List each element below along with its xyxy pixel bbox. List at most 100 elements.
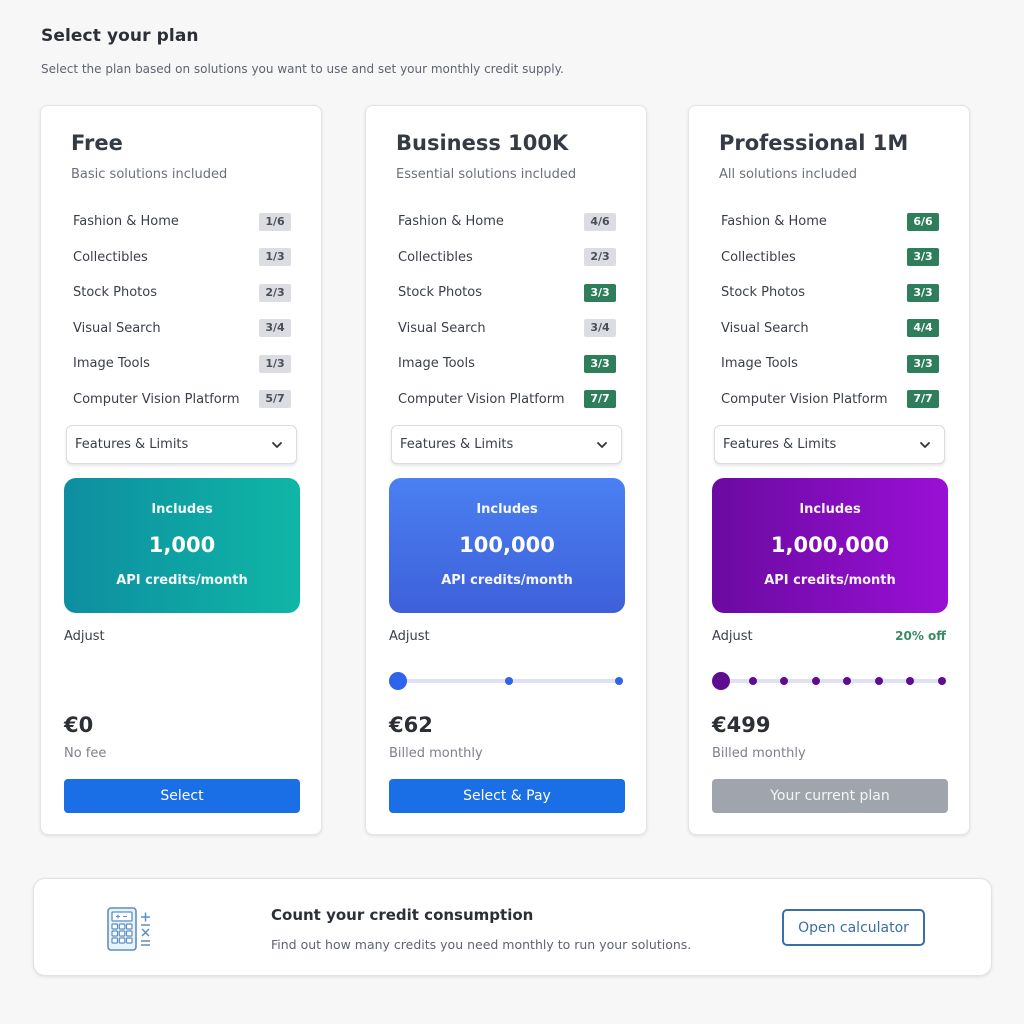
plan-description: Essential solutions included [396,167,577,182]
slider-step-dot[interactable] [748,677,757,685]
solutions-list: Fashion & Home 4/6 Collectibles 2/3 Stock Ph… [398,204,616,417]
solution-row: Stock Photos 3/3 [721,275,939,311]
credits-unit: API credits/month [116,573,248,588]
solution-label: Stock Photos [721,285,805,301]
solution-label: Image Tools [721,356,798,372]
credits-includes-label: Includes [476,502,538,517]
adjust-label: Adjust [389,629,430,644]
plan-card-business: Business 100K Essential solutions includ… [365,105,647,835]
select-and-pay-button[interactable]: Select & Pay [389,779,625,813]
plan-card-free: Free Basic solutions included Fashion & … [40,105,322,835]
price-note: Billed monthly [712,746,806,761]
solution-row: Collectibles 2/3 [398,240,616,276]
page-title: Select your plan [41,26,199,46]
solution-row: Computer Vision Platform 7/7 [721,382,939,418]
slider-step-dot[interactable] [874,677,883,685]
solution-count-badge: 3/3 [584,283,616,302]
plan-card-professional: Professional 1M All solutions included F… [688,105,970,835]
credits-includes-label: Includes [799,502,861,517]
plan-price: €0 [64,713,94,737]
features-limits-dropdown[interactable]: Features & Limits [391,425,622,464]
credits-panel: Includes 1,000,000 API credits/month [712,478,948,613]
credits-amount: 1,000 [148,533,216,557]
solution-label: Visual Search [73,320,161,336]
features-limits-dropdown[interactable]: Features & Limits [714,425,945,464]
features-limits-label: Features & Limits [75,437,189,452]
solution-count-badge: 3/3 [584,354,616,373]
solution-row: Image Tools 3/3 [721,346,939,382]
credit-slider[interactable] [712,671,948,691]
chevron-down-icon [597,441,607,448]
solution-label: Fashion & Home [721,214,827,230]
credits-unit: API credits/month [764,573,896,588]
slider-thumb[interactable] [389,672,407,690]
solution-row: Image Tools 1/3 [73,346,291,382]
solution-row: Visual Search 3/4 [73,311,291,347]
adjust-label: Adjust [712,629,753,644]
solutions-list: Fashion & Home 6/6 Collectibles 3/3 Stock Ph… [721,204,939,417]
solution-count-badge: 2/3 [259,283,291,302]
slider-step-dot[interactable] [938,677,946,685]
solution-count-badge: 7/7 [907,390,939,409]
solution-label: Stock Photos [73,285,157,301]
solution-count-badge: 2/3 [584,248,616,267]
solution-row: Visual Search 4/4 [721,311,939,347]
calculator-title: Count your credit consumption [271,906,534,924]
solution-count-badge: 1/3 [259,354,291,373]
solution-count-badge: 1/3 [259,248,291,267]
solution-count-badge: 7/7 [584,390,616,409]
solution-row: Stock Photos 2/3 [73,275,291,311]
solution-label: Fashion & Home [73,214,179,230]
solution-label: Image Tools [398,356,475,372]
solution-label: Computer Vision Platform [721,391,888,407]
plan-description: Basic solutions included [71,167,228,182]
adjust-label: Adjust [64,629,105,644]
slider-step-dot[interactable] [906,677,915,685]
chevron-down-icon [272,441,282,448]
credits-unit: API credits/month [441,573,573,588]
slider-step-dot[interactable] [504,677,513,685]
slider-step-dot[interactable] [811,677,820,685]
solution-row: Fashion & Home 6/6 [721,204,939,240]
plan-price: €62 [389,713,433,737]
solution-count-badge: 3/4 [259,319,291,338]
solution-label: Computer Vision Platform [73,391,240,407]
solution-row: Computer Vision Platform 7/7 [398,382,616,418]
solution-count-badge: 3/3 [907,283,939,302]
solution-count-badge: 3/3 [907,354,939,373]
features-limits-dropdown[interactable]: Features & Limits [66,425,297,464]
solution-row: Visual Search 3/4 [398,311,616,347]
solution-count-badge: 6/6 [907,212,939,231]
solution-label: Fashion & Home [398,214,504,230]
solution-count-badge: 3/4 [584,319,616,338]
slider-step-dot[interactable] [615,677,623,685]
solution-label: Image Tools [73,356,150,372]
solution-count-badge: 1/6 [259,212,291,231]
solution-row: Fashion & Home 1/6 [73,204,291,240]
credits-includes-label: Includes [151,502,213,517]
plan-price: €499 [712,713,771,737]
solution-label: Collectibles [398,249,473,265]
slider-step-dot[interactable] [843,677,852,685]
solution-label: Collectibles [721,249,796,265]
credit-slider[interactable] [389,671,625,691]
calculator-banner: Count your credit consumption Find out h… [33,878,992,976]
solutions-list: Fashion & Home 1/6 Collectibles 1/3 Stock Ph… [73,204,291,417]
solution-count-badge: 5/7 [259,390,291,409]
solution-row: Stock Photos 3/3 [398,275,616,311]
price-note: Billed monthly [389,746,483,761]
chevron-down-icon [920,441,930,448]
solution-row: Computer Vision Platform 5/7 [73,382,291,418]
solution-count-badge: 4/4 [907,319,939,338]
solution-row: Image Tools 3/3 [398,346,616,382]
features-limits-label: Features & Limits [723,437,837,452]
slider-thumb[interactable] [712,672,730,690]
select-button[interactable]: Select [64,779,300,813]
calculator-description: Find out how many credits you need month… [271,937,692,952]
plan-name: Free [71,131,123,155]
slider-step-dot[interactable] [780,677,789,685]
open-calculator-button[interactable]: Open calculator [782,909,925,946]
solution-label: Stock Photos [398,285,482,301]
price-note: No fee [64,746,107,761]
current-plan-button[interactable]: Your current plan [712,779,948,813]
